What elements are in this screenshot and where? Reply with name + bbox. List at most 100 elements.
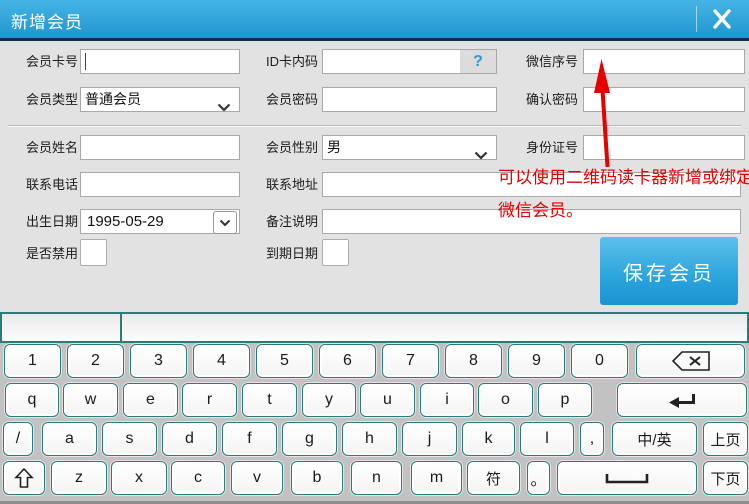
on-screen-keyboard: 1234567890 qwertyuiop / asdfghjkl,中/英上页 z… xyxy=(0,343,749,504)
id-card-code-input[interactable] xyxy=(323,50,460,73)
key-m[interactable]: m xyxy=(411,461,462,495)
dialog-title: 新增会员 xyxy=(11,8,83,33)
key-j[interactable]: j xyxy=(402,422,457,456)
question-mark-icon: ? xyxy=(473,53,483,71)
member-card-no-label: 会员卡号 xyxy=(8,49,78,74)
key-r[interactable]: r xyxy=(182,383,237,417)
phone-label: 联系电话 xyxy=(8,172,78,197)
key-shift[interactable] xyxy=(3,461,45,495)
keyboard-row: 1234567890 xyxy=(0,344,749,378)
expiry-date-checkbox[interactable] xyxy=(322,239,349,266)
key-c[interactable]: c xyxy=(171,461,225,495)
chevron-down-icon xyxy=(217,96,231,119)
key-下页[interactable]: 下页 xyxy=(703,461,748,495)
member-name-input[interactable] xyxy=(80,135,240,160)
title-bar: 新增会员 xyxy=(0,0,749,41)
wechat-serial-input[interactable] xyxy=(583,49,745,74)
key-b[interactable]: b xyxy=(291,461,343,495)
key-i[interactable]: i xyxy=(420,383,474,417)
key-6[interactable]: 6 xyxy=(319,344,376,378)
key-u[interactable]: u xyxy=(360,383,415,417)
id-number-input[interactable] xyxy=(583,135,745,160)
key-f[interactable]: f xyxy=(222,422,277,456)
key-v[interactable]: v xyxy=(231,461,283,495)
chevron-down-icon xyxy=(219,219,231,227)
key-符[interactable]: 符 xyxy=(467,461,520,495)
id-number-label: 身份证号 xyxy=(508,135,578,160)
key-4[interactable]: 4 xyxy=(193,344,250,378)
key-5[interactable]: 5 xyxy=(256,344,313,378)
id-card-code-field: ? xyxy=(322,49,497,74)
key-t[interactable]: t xyxy=(242,383,297,417)
disabled-checkbox[interactable] xyxy=(80,239,107,266)
gender-select[interactable]: 男 xyxy=(322,135,497,160)
key-x[interactable]: x xyxy=(111,461,167,495)
close-icon xyxy=(711,8,733,30)
key-z[interactable]: z xyxy=(51,461,107,495)
key-1[interactable]: 1 xyxy=(4,344,61,378)
key-k[interactable]: k xyxy=(462,422,515,456)
key-。[interactable]: 。 xyxy=(527,461,550,495)
id-card-code-label: ID卡内码 xyxy=(248,49,318,74)
key-space[interactable] xyxy=(557,461,697,495)
text-caret xyxy=(85,53,86,70)
key-q[interactable]: q xyxy=(5,383,59,417)
key-h[interactable]: h xyxy=(342,422,397,456)
confirm-password-input[interactable] xyxy=(583,87,745,112)
disabled-label: 是否禁用 xyxy=(8,240,78,267)
member-type-value: 普通会员 xyxy=(85,91,141,107)
key-0[interactable]: 0 xyxy=(571,344,628,378)
member-type-select[interactable]: 普通会员 xyxy=(80,87,240,112)
phone-input[interactable] xyxy=(80,172,240,197)
key-中/英[interactable]: 中/英 xyxy=(612,422,697,456)
key-backspace[interactable] xyxy=(636,344,745,378)
key-2[interactable]: 2 xyxy=(67,344,124,378)
keyboard-row: qwertyuiop xyxy=(0,383,749,417)
key-/[interactable]: / xyxy=(3,422,33,456)
key-d[interactable]: d xyxy=(162,422,217,456)
key-p[interactable]: p xyxy=(538,383,592,417)
expiry-date-label: 到期日期 xyxy=(248,240,318,267)
titlebar-divider xyxy=(696,6,697,32)
save-member-button[interactable]: 保存会员 xyxy=(600,237,738,305)
key-9[interactable]: 9 xyxy=(508,344,565,378)
birth-date-label: 出生日期 xyxy=(8,209,78,234)
key-s[interactable]: s xyxy=(102,422,157,456)
ime-composition-area xyxy=(2,314,122,341)
key-e[interactable]: e xyxy=(123,383,178,417)
keyboard-row: zxcvbnm符。 下页 xyxy=(0,461,749,495)
keyboard-row: / asdfghjkl,中/英上页 xyxy=(0,422,749,456)
key-y[interactable]: y xyxy=(302,383,356,417)
key-8[interactable]: 8 xyxy=(445,344,502,378)
remark-label: 备注说明 xyxy=(248,209,318,234)
member-type-label: 会员类型 xyxy=(8,87,78,112)
form-separator xyxy=(8,125,741,127)
ime-bar xyxy=(0,312,749,343)
space-icon xyxy=(605,472,649,484)
birth-date-dropdown-button[interactable] xyxy=(213,211,237,234)
wechat-serial-label: 微信序号 xyxy=(508,49,578,74)
key-o[interactable]: o xyxy=(478,383,533,417)
close-button[interactable] xyxy=(701,3,743,35)
member-card-no-input[interactable] xyxy=(80,49,240,74)
key-g[interactable]: g xyxy=(282,422,337,456)
key-a[interactable]: a xyxy=(42,422,97,456)
key-3[interactable]: 3 xyxy=(130,344,187,378)
key-7[interactable]: 7 xyxy=(382,344,439,378)
password-label: 会员密码 xyxy=(248,87,318,112)
birth-date-picker[interactable]: 1995-05-29 xyxy=(80,209,240,234)
key-,[interactable]: , xyxy=(580,422,604,456)
address-label: 联系地址 xyxy=(248,172,318,197)
shift-icon xyxy=(14,467,34,489)
password-input[interactable] xyxy=(322,87,497,112)
key-n[interactable]: n xyxy=(351,461,402,495)
key-l[interactable]: l xyxy=(520,422,574,456)
backspace-icon xyxy=(671,350,711,372)
key-w[interactable]: w xyxy=(63,383,118,417)
gender-value: 男 xyxy=(327,139,341,155)
wechat-annotation-text: 可以使用二维码读卡器新增或绑定微信会员。 xyxy=(498,161,749,227)
key-上页[interactable]: 上页 xyxy=(703,422,748,456)
id-card-help-button[interactable]: ? xyxy=(460,50,496,73)
key-enter[interactable] xyxy=(617,383,747,417)
member-name-label: 会员姓名 xyxy=(8,135,78,160)
